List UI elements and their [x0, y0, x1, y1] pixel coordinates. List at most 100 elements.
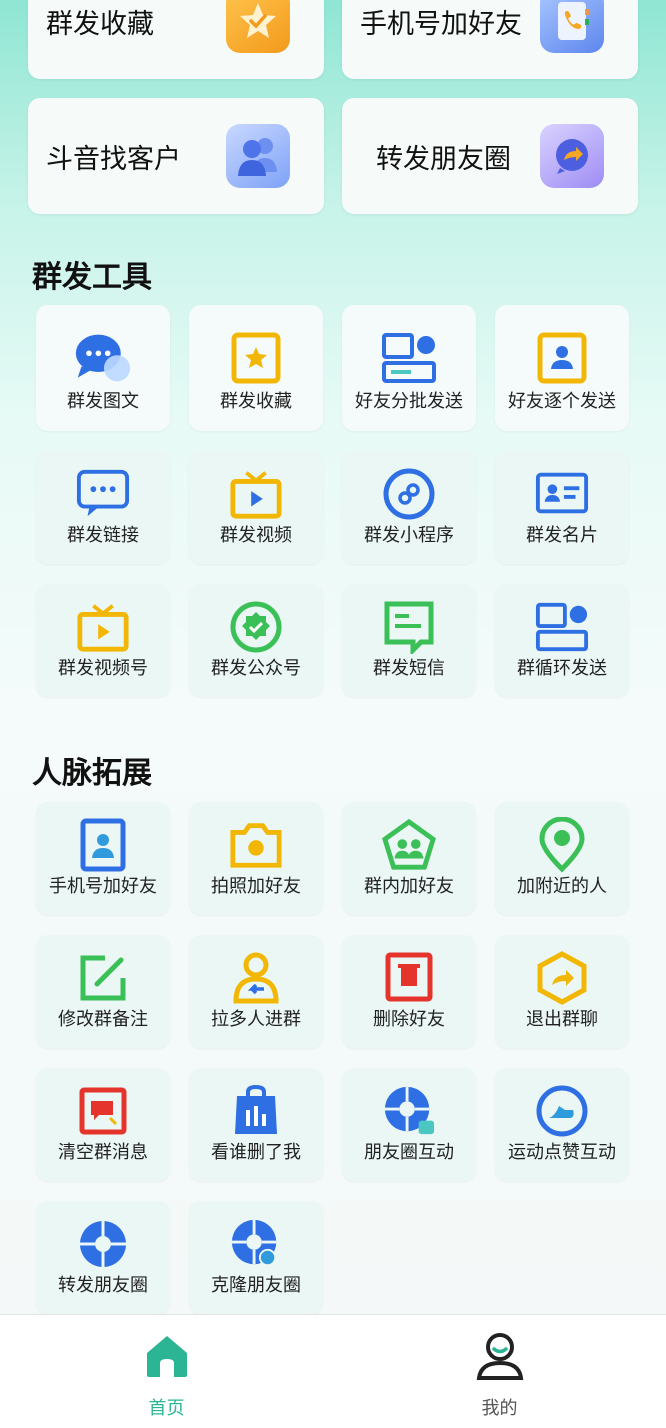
bottom-tab-bar: 首页 我的: [0, 1314, 666, 1428]
official-badge-icon: [229, 600, 283, 654]
tool-label: 好友逐个发送: [508, 391, 616, 412]
tab-mine-label: 我的: [481, 1398, 518, 1419]
mass-tools-grid: 群发图文 群发收藏 好友分批发送 好友逐个发送 群发链接 群发视频 群发小程序 …: [36, 305, 632, 697]
message-dots-icon: [76, 467, 130, 521]
tool-mass-video-channel[interactable]: 群发视频号: [36, 584, 170, 697]
tool-label: 退出群聊: [526, 1009, 598, 1030]
tool-label: 转发朋友圈: [58, 1275, 148, 1296]
phone-contact-icon: [76, 818, 130, 872]
net-exit-group[interactable]: 退出群聊: [495, 935, 629, 1048]
person-card-icon: [533, 329, 591, 387]
net-clone-moments[interactable]: 克隆朋友圈: [189, 1201, 323, 1314]
camera-icon: [229, 818, 283, 872]
profile-icon: [475, 1331, 525, 1381]
bag-chart-icon: [229, 1084, 283, 1138]
tool-label: 好友分批发送: [355, 391, 463, 412]
section-title-network: 人脉拓展: [32, 756, 152, 791]
tool-label: 群发名片: [526, 525, 598, 546]
network-grid: 手机号加好友 拍照加好友 群内加好友 加附近的人 修改群备注 拉多人进群 删除好…: [36, 802, 632, 1314]
sport-shoe-icon: [535, 1084, 589, 1138]
trash-icon: [382, 951, 436, 1005]
pull-person-icon: [229, 951, 283, 1005]
location-pin-icon: [535, 817, 589, 873]
tool-label: 群发图文: [67, 391, 139, 412]
tool-label: 拉多人进群: [211, 1009, 301, 1030]
tool-mass-official-account[interactable]: 群发公众号: [189, 584, 323, 697]
tool-label: 清空群消息: [58, 1142, 148, 1163]
net-photo-add-friend[interactable]: 拍照加好友: [189, 802, 323, 915]
tool-one-by-one-send[interactable]: 好友逐个发送: [495, 305, 629, 431]
tool-mass-business-card[interactable]: 群发名片: [495, 451, 629, 564]
chat-bubbles-icon: [74, 329, 132, 387]
star-folder-icon: [226, 0, 290, 53]
net-clear-messages[interactable]: 清空群消息: [36, 1068, 170, 1181]
tool-label: 拍照加好友: [211, 876, 301, 897]
sms-icon: [382, 600, 436, 654]
net-moments-interact[interactable]: 朋友圈互动: [342, 1068, 476, 1181]
tool-mass-sms[interactable]: 群发短信: [342, 584, 476, 697]
featured-label: 群发收藏: [46, 8, 154, 40]
net-forward-moments[interactable]: 转发朋友圈: [36, 1201, 170, 1314]
featured-label: 斗音找客户: [46, 143, 181, 175]
tv-play-icon: [229, 467, 283, 521]
tool-label: 群发视频: [220, 525, 292, 546]
tool-label: 手机号加好友: [49, 876, 157, 897]
net-pull-into-group[interactable]: 拉多人进群: [189, 935, 323, 1048]
tool-label: 群发视频号: [58, 658, 148, 679]
tab-mine[interactable]: 我的: [333, 1315, 666, 1428]
batch-layout-icon: [380, 329, 438, 387]
group-pentagon-icon: [382, 818, 436, 872]
loop-layout-icon: [535, 600, 589, 654]
net-who-deleted-me[interactable]: 看谁删了我: [189, 1068, 323, 1181]
tool-label: 群发收藏: [220, 391, 292, 412]
tool-mass-mini-program[interactable]: 群发小程序: [342, 451, 476, 564]
tool-label: 克隆朋友圈: [211, 1275, 301, 1296]
home-icon: [142, 1331, 192, 1381]
tool-mass-loop-send[interactable]: 群循环发送: [495, 584, 629, 697]
tool-label: 运动点赞互动: [508, 1142, 616, 1163]
tool-label: 修改群备注: [58, 1009, 148, 1030]
exit-hexagon-icon: [535, 951, 589, 1005]
moments-icon: [76, 1217, 130, 1271]
featured-card-mass-favorites[interactable]: 群发收藏: [28, 0, 324, 79]
moments-clone-icon: [229, 1217, 283, 1271]
featured-label: 转发朋友圈: [376, 143, 511, 175]
tool-batch-send[interactable]: 好友分批发送: [342, 305, 476, 431]
net-edit-group-note[interactable]: 修改群备注: [36, 935, 170, 1048]
featured-card-phone-add-friend[interactable]: 手机号加好友: [342, 0, 638, 79]
star-card-icon: [227, 329, 285, 387]
featured-label: 手机号加好友: [360, 8, 522, 40]
tool-label: 群内加好友: [364, 876, 454, 897]
featured-card-douyin-customers[interactable]: 斗音找客户: [28, 98, 324, 214]
users-icon: [226, 124, 290, 188]
video-channel-icon: [76, 600, 130, 654]
tool-label: 看谁删了我: [211, 1142, 301, 1163]
tool-label: 群发公众号: [211, 658, 301, 679]
tab-home-label: 首页: [148, 1398, 185, 1419]
business-card-icon: [535, 467, 589, 521]
clear-message-icon: [76, 1084, 130, 1138]
mini-program-icon: [382, 467, 436, 521]
forward-chat-icon: [540, 124, 604, 188]
tool-label: 加附近的人: [517, 876, 607, 897]
tool-label: 群发小程序: [364, 525, 454, 546]
tool-label: 群循环发送: [517, 658, 607, 679]
tab-home[interactable]: 首页: [0, 1315, 333, 1428]
net-nearby-people[interactable]: 加附近的人: [495, 802, 629, 915]
tool-mass-video[interactable]: 群发视频: [189, 451, 323, 564]
tool-mass-link[interactable]: 群发链接: [36, 451, 170, 564]
tool-label: 群发链接: [67, 525, 139, 546]
net-group-add-friend[interactable]: 群内加好友: [342, 802, 476, 915]
tool-label: 朋友圈互动: [364, 1142, 454, 1163]
featured-card-forward-moments[interactable]: 转发朋友圈: [342, 98, 638, 214]
net-phone-add-friend[interactable]: 手机号加好友: [36, 802, 170, 915]
tool-mass-favorites[interactable]: 群发收藏: [189, 305, 323, 431]
section-title-mass-tools: 群发工具: [32, 260, 152, 295]
phonebook-icon: [540, 0, 604, 53]
tool-mass-image-text[interactable]: 群发图文: [36, 305, 170, 431]
moments-interact-icon: [382, 1084, 436, 1138]
net-delete-friend[interactable]: 删除好友: [342, 935, 476, 1048]
net-sport-like-interact[interactable]: 运动点赞互动: [495, 1068, 629, 1181]
tool-label: 删除好友: [373, 1009, 445, 1030]
edit-icon: [76, 951, 130, 1005]
